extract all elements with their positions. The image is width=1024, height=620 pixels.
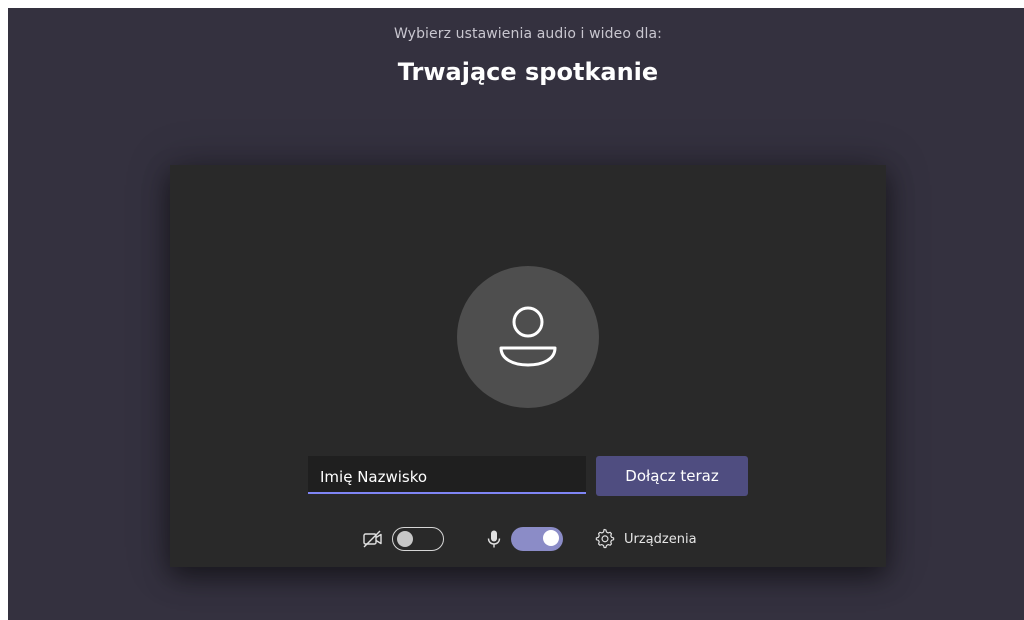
meeting-title: Trwające spotkanie [397,58,659,86]
name-input[interactable] [308,456,586,494]
prejoin-subtitle: Wybierz ustawienia audio i wideo dla: [393,26,663,42]
camera-off-icon [361,527,385,551]
devices-button[interactable]: Urządzenia [594,525,697,553]
av-controls-bar: Urządzenia [170,525,886,553]
avatar [457,266,599,408]
person-icon [499,306,557,367]
camera-toggle[interactable] [392,527,444,551]
camera-toggle-knob [397,530,413,547]
microphone-toggle-knob [543,530,559,546]
meeting-prejoin-screen: Wybierz ustawienia audio i wideo dla: Tr… [8,8,1024,620]
microphone-toggle[interactable] [511,527,563,551]
microphone-icon [482,527,506,551]
video-preview-panel: Dołącz teraz [170,165,886,567]
devices-label: Urządzenia [624,531,697,547]
gear-icon [594,528,616,550]
join-now-button[interactable]: Dołącz teraz [596,456,748,496]
